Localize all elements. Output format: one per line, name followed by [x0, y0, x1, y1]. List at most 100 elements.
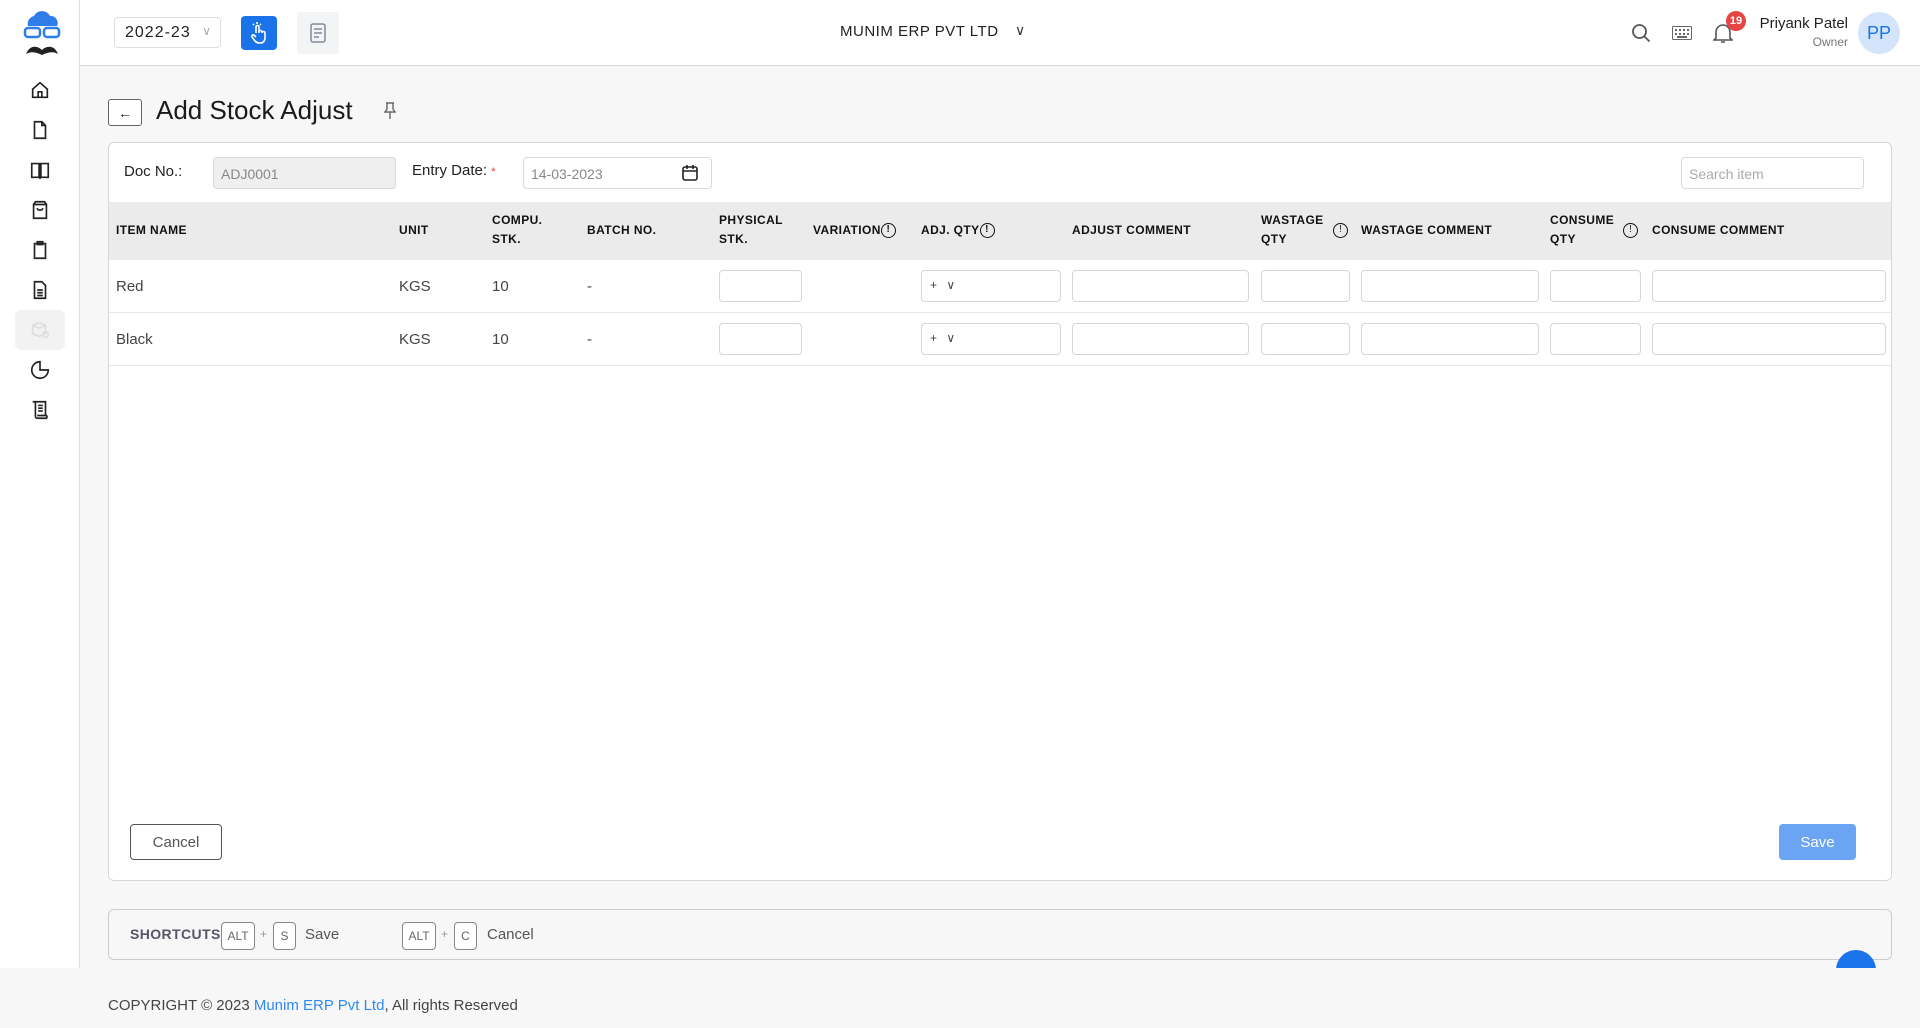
batch-no: - — [587, 331, 592, 348]
company-name[interactable]: MUNIM ERP PVT LTD — [840, 23, 999, 40]
th-adj-qty-text: ADJ. QTY — [921, 223, 980, 237]
compu-stk: 10 — [492, 278, 509, 295]
wastage-qty-input[interactable] — [1261, 270, 1350, 302]
physical-stk-input[interactable] — [719, 323, 802, 355]
file-text-icon[interactable] — [22, 272, 58, 308]
th-compu-stk: COMPU. STK. — [492, 211, 542, 249]
calendar-icon[interactable] — [681, 164, 699, 182]
th-variation: VARIATION! — [813, 221, 896, 240]
doc-no-input[interactable]: ADJ0001 — [213, 157, 396, 189]
th-wastage-qty: WASTAGE QTY — [1261, 211, 1324, 249]
shopping-bag-icon[interactable] — [22, 192, 58, 228]
item-name: Black — [116, 331, 153, 348]
consume-qty-input[interactable] — [1550, 323, 1641, 355]
notification-badge: 19 — [1726, 11, 1746, 31]
search-icon[interactable] — [1631, 23, 1651, 43]
company-chevron-icon[interactable]: ∨ — [1015, 22, 1025, 39]
arrow-left-icon: ← — [118, 104, 132, 121]
shortcuts-bar: SHORTCUTS: ALT + S Save ALT + C Cancel — [108, 909, 1892, 960]
notes-button[interactable] — [297, 12, 339, 54]
unit: KGS — [399, 331, 431, 348]
adjust-comment-input[interactable] — [1072, 270, 1249, 302]
back-button[interactable]: ← — [108, 99, 142, 126]
th-adjust-comment: ADJUST COMMENT — [1072, 223, 1191, 237]
th-wastage-qty-1: WASTAGE — [1261, 213, 1324, 227]
info-icon[interactable]: ! — [1623, 223, 1638, 238]
compu-stk: 10 — [492, 331, 509, 348]
financial-year-select[interactable]: 2022-23 ∨ — [114, 17, 221, 48]
home-icon[interactable] — [22, 72, 58, 108]
adj-qty-input[interactable]: + ∨ — [921, 323, 1061, 355]
rights-text: , All rights Reserved — [384, 997, 518, 1014]
user-role: Owner — [1812, 35, 1848, 49]
year-value: 2022-23 — [125, 24, 191, 41]
th-adj-qty: ADJ. QTY! — [921, 221, 995, 240]
th-physical-stk-1: PHYSICAL — [719, 213, 783, 227]
unit: KGS — [399, 278, 431, 295]
adj-qty-input[interactable]: + ∨ — [921, 270, 1061, 302]
th-compu-stk-1: COMPU. — [492, 213, 543, 227]
th-physical-stk-2: STK. — [719, 232, 748, 246]
batch-no: - — [587, 278, 592, 295]
adj-sign-select[interactable]: + — [930, 331, 937, 345]
stock-adjust-form: Doc No.: ADJ0001 Entry Date: * 14-03-202… — [108, 142, 1892, 881]
wastage-comment-input[interactable] — [1361, 323, 1539, 355]
save-button[interactable]: Save — [1779, 824, 1856, 860]
stock-adjust-icon[interactable] — [15, 310, 65, 350]
entry-date-label: Entry Date: * — [412, 162, 495, 179]
chevron-down-icon: ∨ — [946, 331, 956, 345]
chevron-down-icon: ∨ — [202, 24, 212, 38]
wastage-comment-input[interactable] — [1361, 270, 1539, 302]
sidebar — [0, 0, 80, 968]
entry-date-input[interactable]: 14-03-2023 — [523, 157, 712, 189]
user-name[interactable]: Priyank Patel — [1760, 15, 1848, 32]
th-wastage-qty-2: QTY — [1261, 232, 1287, 246]
th-compu-stk-2: STK. — [492, 232, 521, 246]
shortcut-save-label: Save — [305, 926, 340, 943]
item-name: Red — [116, 278, 144, 295]
consume-comment-input[interactable] — [1652, 323, 1886, 355]
shortcut-cancel-label: Cancel — [487, 926, 534, 943]
pin-icon[interactable] — [384, 102, 396, 120]
notes-icon — [310, 23, 326, 43]
avatar[interactable]: PP — [1858, 12, 1900, 54]
th-consume-qty: CONSUME QTY — [1550, 211, 1614, 249]
entry-date-value: 14-03-2023 — [531, 166, 603, 182]
adj-sign-select[interactable]: + — [930, 278, 937, 292]
hand-pointer-icon — [251, 22, 266, 44]
scroll-icon[interactable] — [22, 392, 58, 428]
pie-chart-icon[interactable] — [22, 352, 58, 388]
document-icon[interactable] — [22, 112, 58, 148]
info-icon[interactable]: ! — [979, 223, 995, 239]
book-icon[interactable] — [22, 152, 58, 188]
key-alt: ALT — [221, 922, 255, 950]
cancel-button[interactable]: Cancel — [130, 824, 222, 860]
search-item-input[interactable]: Search item — [1681, 157, 1864, 189]
touch-mode-button[interactable] — [241, 16, 277, 50]
key-c: C — [454, 922, 477, 950]
required-mark: * — [491, 166, 496, 178]
th-variation-text: VARIATION — [813, 223, 881, 237]
th-physical-stk: PHYSICAL STK. — [719, 211, 783, 249]
th-consume-qty-1: CONSUME — [1550, 213, 1615, 227]
entry-date-label-text: Entry Date: — [412, 162, 488, 179]
th-unit: UNIT — [399, 223, 429, 237]
table-row: Black KGS 10 - + ∨ — [109, 313, 1891, 366]
consume-comment-input[interactable] — [1652, 270, 1886, 302]
info-icon[interactable]: ! — [1333, 223, 1348, 238]
clipboard-icon[interactable] — [22, 232, 58, 268]
info-icon[interactable]: ! — [880, 223, 896, 239]
keyboard-icon[interactable] — [1672, 26, 1692, 40]
doc-no-label: Doc No.: — [124, 163, 183, 180]
th-consume-comment: CONSUME COMMENT — [1652, 223, 1785, 237]
topbar: 2022-23 ∨ MUNIM ERP PVT LTD ∨ 19 Priyank … — [80, 0, 1920, 66]
table-header: ITEM NAME UNIT COMPU. STK. BATCH NO. PHYS… — [109, 202, 1891, 260]
adjust-comment-input[interactable] — [1072, 323, 1249, 355]
physical-stk-input[interactable] — [719, 270, 802, 302]
th-wastage-comment: WASTAGE COMMENT — [1361, 223, 1493, 237]
consume-qty-input[interactable] — [1550, 270, 1641, 302]
shortcuts-label: SHORTCUTS: — [130, 926, 226, 942]
munim-logo[interactable] — [20, 6, 64, 56]
wastage-qty-input[interactable] — [1261, 323, 1350, 355]
company-link[interactable]: Munim ERP Pvt Ltd — [254, 997, 385, 1014]
